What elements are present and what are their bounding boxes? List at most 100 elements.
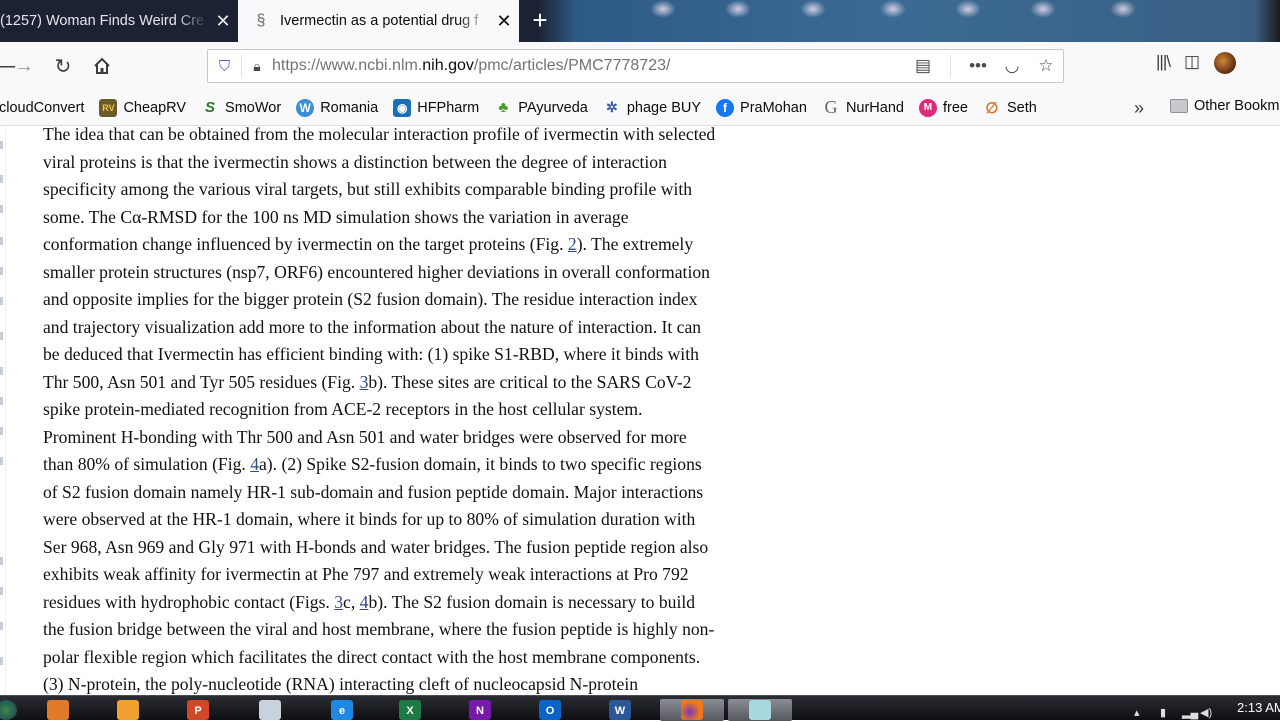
article-text: a). (2) Spike S2-fusion domain, it binds… [259, 454, 702, 474]
bookmark-smowor[interactable]: S SmoWor [201, 99, 281, 117]
url-text[interactable]: https://www.ncbi.nlm.nih.gov/pmc/article… [272, 57, 906, 75]
url-path: /pmc/articles/PMC7778723/ [473, 57, 671, 74]
bookmark-label: PAyurveda [518, 99, 588, 116]
article-text: the fusion bridge between the viral and … [43, 619, 715, 639]
article-line: than 80% of simulation (Fig. 4a). (2) Sp… [43, 451, 813, 479]
system-clock[interactable]: 2:13 AM [1237, 700, 1280, 715]
google-icon: G [824, 97, 838, 117]
bookmark-label: Seth [1006, 99, 1037, 116]
article-text: b). These sites are critical to the SARS… [368, 371, 692, 392]
figure-link[interactable]: 3 [334, 592, 343, 612]
taskbar-outlook[interactable]: O [530, 699, 570, 721]
article-line: Ser 968, Asn 969 and Gly 971 with H-bond… [43, 534, 813, 562]
m-icon: M [918, 98, 937, 117]
article-line: the fusion bridge between the viral and … [43, 616, 813, 644]
more-bookmarks-chevron-icon[interactable]: » [1134, 98, 1144, 119]
article-line: (3) N-protein, the poly-nucleotide (RNA)… [43, 671, 813, 695]
article-text: exhibits weak affinity for ivermectin at… [43, 564, 689, 584]
bookmark-nurhand[interactable]: G NurHand [822, 97, 904, 117]
taskbar-window[interactable] [250, 699, 290, 721]
bookmarks-toolbar: cloudConvert RV CheapRV S SmoWor W Romania … [0, 90, 1280, 126]
taskbar-media-player[interactable] [38, 699, 78, 721]
article-line: some. The Cα-RMSD for the 100 ns MD simu… [43, 204, 813, 232]
taskbar-notepad[interactable] [728, 699, 792, 721]
article-text: some. The Cα-RMSD for the 100 ns MD simu… [43, 206, 629, 227]
taskbar-word[interactable]: W [600, 699, 640, 721]
article-line: specificity among the various viral targ… [43, 176, 813, 204]
folder-icon [1170, 99, 1188, 113]
new-tab-button[interactable]: + [525, 6, 555, 36]
reader-view-icon[interactable]: ▤ [906, 56, 940, 76]
article-line: spike protein-mediated recognition from … [43, 396, 813, 424]
background-decoration [880, 0, 906, 18]
article-line: were observed at the HR-1 domain, where … [43, 506, 813, 534]
article-text: viral proteins is that the ivermectin sh… [43, 151, 667, 172]
figure-link[interactable]: 4 [250, 454, 259, 474]
article-text: were observed at the HR-1 domain, where … [43, 509, 696, 529]
article-text: of S2 fusion domain namely HR-1 sub-doma… [43, 481, 704, 502]
bookmark-star-icon[interactable]: ☆ [1029, 56, 1063, 76]
bookmark-cloudconvert[interactable]: cloudConvert [0, 100, 84, 116]
bookmark-pramohan[interactable]: f PraMohan [716, 98, 807, 117]
bookmark-seth[interactable]: ∅ Seth [983, 99, 1037, 117]
page-actions-menu-icon[interactable]: ••• [961, 56, 995, 76]
taskbar-onenote[interactable]: N [460, 699, 500, 721]
close-tab-icon[interactable]: ✕ [489, 11, 519, 32]
library-icon[interactable]: |||\ [1156, 52, 1171, 74]
tab-youtube[interactable]: (1257) Woman Finds Weird Cre ✕ [0, 0, 238, 42]
bookmark-free[interactable]: Mfree [918, 98, 968, 117]
figure-link[interactable]: 2 [568, 234, 577, 254]
palm-icon: ♣ [498, 99, 509, 116]
background-decoration [955, 0, 981, 18]
url-prefix: https://www.ncbi.nlm. [272, 57, 423, 74]
background-decoration [1030, 0, 1056, 18]
bookmark-phage-buy[interactable]: ✲ phage BUY [603, 99, 701, 117]
tab-ivermectin-article[interactable]: § Ivermectin as a potential drug f ✕ [238, 0, 519, 42]
tray-expand-icon[interactable]: ▴ [1134, 706, 1140, 719]
address-bar[interactable]: ⛉ 🔒︎ https://www.ncbi.nlm.nih.gov/pmc/ar… [207, 49, 1064, 83]
signal-icon[interactable]: ▂▄ [1182, 706, 1198, 719]
article-text: The idea that can be obtained from the m… [43, 127, 716, 144]
bookmark-hfpharm[interactable]: ◉ HFPharm [393, 98, 480, 117]
bookmark-payurveda[interactable]: ♣ PAyurveda [494, 99, 588, 117]
navigation-toolbar: ⟵ → ↻ ⛉ 🔒︎ https://www.ncbi.nlm.nih.gov/… [0, 42, 1280, 90]
bookmark-label: cloudConvert [0, 99, 85, 116]
start-button[interactable] [0, 699, 26, 721]
lock-icon[interactable]: 🔒︎ [242, 58, 272, 75]
forward-button[interactable]: → [10, 52, 38, 80]
pocket-icon[interactable]: ◡ [995, 56, 1029, 76]
taskbar-excel[interactable]: X [390, 699, 430, 721]
article-body: The idea that can be obtained from the m… [43, 127, 813, 695]
firefox-icon [681, 700, 703, 720]
volume-icon[interactable]: ◀︎) [1200, 706, 1212, 719]
article-text: and trajectory visualization add more to… [43, 316, 702, 337]
reload-button[interactable]: ↻ [49, 52, 77, 80]
home-button[interactable] [88, 52, 116, 80]
page-content[interactable]: The idea that can be obtained from the m… [0, 127, 1280, 695]
sidebar-toggle-icon[interactable]: ◫ [1184, 52, 1200, 74]
taskbar-photos[interactable] [108, 699, 148, 721]
bookmark-label: PraMohan [740, 99, 807, 116]
network-icon[interactable]: ▮ [1160, 706, 1166, 719]
notepad-icon [749, 700, 771, 720]
photos-icon [117, 700, 139, 720]
bookmark-cheaprv[interactable]: RV CheapRV [99, 98, 186, 117]
bookmark-label: SmoWor [225, 99, 282, 116]
rv-icon: RV [99, 98, 118, 117]
bookmark-label: HFPharm [417, 99, 480, 116]
article-line: The idea that can be obtained from the m… [43, 127, 813, 149]
taskbar-firefox[interactable] [660, 699, 724, 721]
tracking-protection-shield-icon[interactable]: ⛉ [208, 55, 242, 77]
bookmark-romania[interactable]: W Romania [296, 98, 378, 117]
other-bookmarks-folder[interactable]: Other Bookmarks [1170, 98, 1280, 114]
article-text: residues with hydrophobic contact (Figs. [43, 591, 335, 612]
taskbar-powerpoint[interactable]: P [178, 699, 218, 721]
divider [950, 55, 951, 77]
tab-title: Ivermectin as a potential drug f [280, 13, 479, 29]
article-line: polar flexible region which facilitates … [43, 644, 813, 672]
excel-icon: X [399, 700, 421, 720]
account-avatar[interactable] [1214, 52, 1237, 74]
taskbar-internet-explorer[interactable]: e [322, 699, 362, 721]
close-tab-icon[interactable]: ✕ [208, 11, 238, 32]
article-text: smaller protein structures (nsp7, ORF6) … [43, 261, 710, 282]
